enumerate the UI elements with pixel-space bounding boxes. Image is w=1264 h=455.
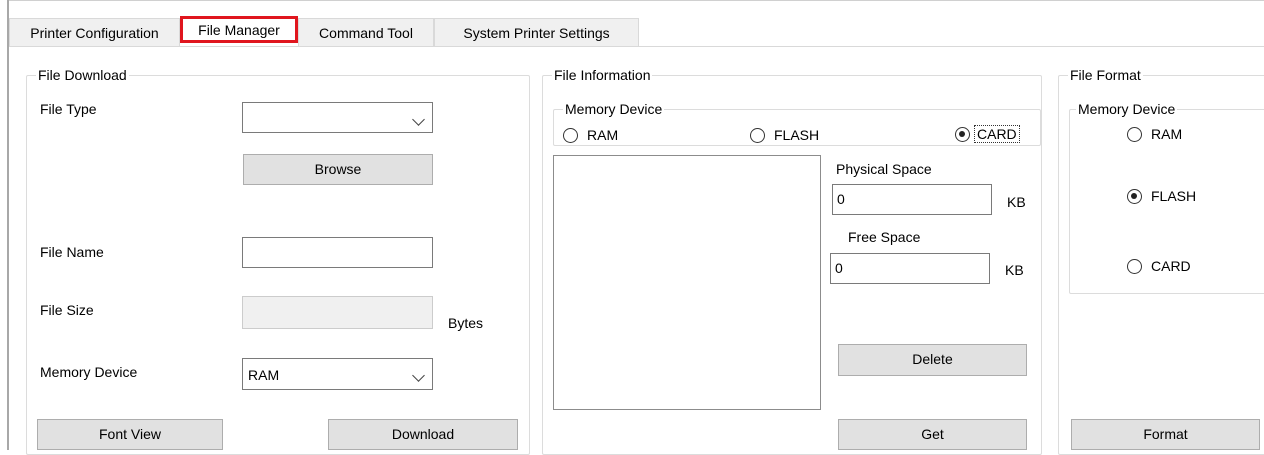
window-left-edge: [7, 0, 9, 450]
file-name-field[interactable]: [242, 237, 433, 268]
file-type-label: File Type: [40, 101, 97, 117]
download-button[interactable]: Download: [328, 419, 518, 450]
chevron-down-icon: [412, 113, 425, 126]
memory-device-label: Memory Device: [40, 364, 138, 380]
tab-file-manager[interactable]: File Manager: [180, 16, 298, 43]
radio-label: FLASH: [1151, 188, 1197, 204]
physical-space-label: Physical Space: [836, 161, 932, 177]
file-info-radio-flash[interactable]: FLASH: [750, 127, 819, 143]
file-type-select[interactable]: [242, 102, 433, 133]
file-list[interactable]: [553, 155, 821, 410]
tab-divider: [9, 46, 1264, 47]
bytes-unit: Bytes: [448, 315, 484, 331]
memory-device-value: RAM: [248, 367, 280, 383]
file-info-radio-card[interactable]: CARD: [955, 125, 1020, 143]
file-format-memory-device-title: Memory Device: [1076, 101, 1178, 117]
radio-circle: [750, 127, 765, 143]
format-button[interactable]: Format: [1071, 419, 1260, 450]
tab-label: File Manager: [198, 22, 280, 38]
tab-system-printer-settings[interactable]: System Printer Settings: [434, 18, 639, 47]
tab-label: Printer Configuration: [30, 25, 159, 41]
tab-label: System Printer Settings: [463, 25, 610, 41]
tab-label: Command Tool: [319, 25, 413, 41]
radio-label: CARD: [974, 125, 1020, 143]
file-size-label: File Size: [40, 302, 94, 318]
window-top-edge: [7, 0, 1264, 1]
file-size-field: [242, 296, 433, 329]
radio-label: RAM: [1151, 126, 1183, 142]
tab-command-tool[interactable]: Command Tool: [298, 18, 434, 47]
radio-circle-selected: [955, 126, 970, 142]
file-format-title: File Format: [1068, 67, 1143, 83]
file-format-radio-card[interactable]: CARD: [1127, 258, 1191, 274]
delete-button[interactable]: Delete: [838, 344, 1027, 376]
radio-label: CARD: [1151, 258, 1191, 274]
file-name-label: File Name: [40, 244, 104, 260]
free-space-unit: KB: [1005, 262, 1024, 278]
file-info-radio-ram[interactable]: RAM: [563, 127, 618, 143]
free-space-field[interactable]: 0: [830, 253, 990, 284]
font-view-button[interactable]: Font View: [37, 419, 223, 450]
file-format-radio-flash[interactable]: FLASH: [1127, 188, 1196, 204]
radio-circle: [1127, 258, 1142, 274]
radio-circle: [563, 127, 578, 143]
get-button[interactable]: Get: [838, 419, 1027, 450]
radio-label: FLASH: [774, 127, 820, 143]
chevron-down-icon: [412, 369, 425, 382]
radio-circle: [1127, 126, 1142, 142]
free-space-label: Free Space: [848, 229, 921, 245]
browse-button[interactable]: Browse: [243, 154, 433, 185]
radio-label: RAM: [587, 127, 619, 143]
file-format-radio-ram[interactable]: RAM: [1127, 126, 1182, 142]
tab-printer-configuration[interactable]: Printer Configuration: [9, 18, 180, 47]
physical-space-unit: KB: [1007, 194, 1026, 210]
radio-circle-selected: [1127, 188, 1142, 204]
memory-device-select[interactable]: RAM: [242, 358, 433, 390]
file-information-title: File Information: [552, 67, 653, 83]
file-info-memory-device-title: Memory Device: [563, 101, 665, 117]
physical-space-field[interactable]: 0: [832, 184, 992, 215]
file-download-title: File Download: [36, 67, 129, 83]
